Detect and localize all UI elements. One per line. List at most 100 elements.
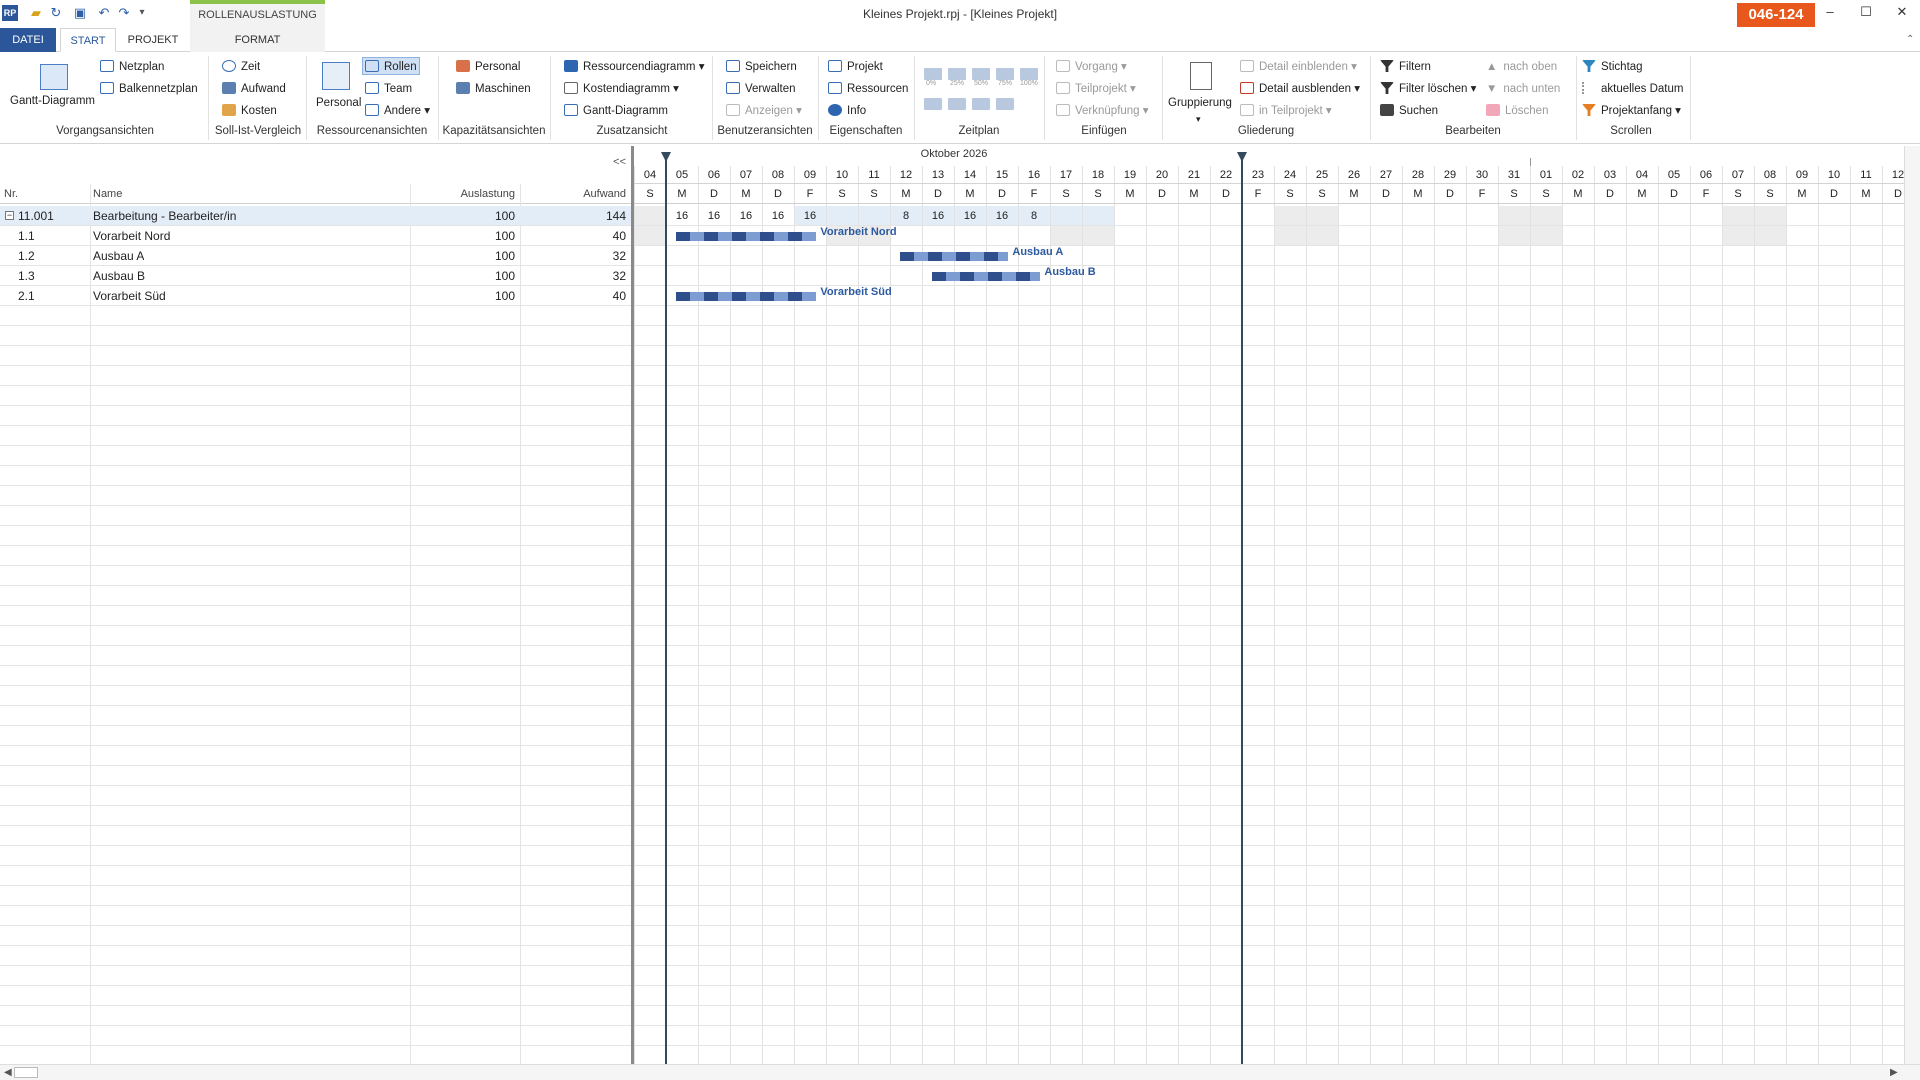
row-line	[634, 325, 1904, 326]
collapse-ribbon-icon[interactable]: ⌃	[1906, 34, 1914, 45]
gantt-bar[interactable]	[675, 232, 817, 241]
gantt-diagramm-button[interactable]: Gantt-Diagramm	[10, 92, 95, 110]
aktuelles-datum-button[interactable]: aktuelles Datum	[1582, 80, 1683, 98]
day-number: 25	[1306, 166, 1338, 184]
header-aufwand[interactable]: Aufwand	[520, 184, 626, 204]
header-nr[interactable]: Nr.	[4, 184, 18, 204]
close-button[interactable]: ✕	[1887, 4, 1917, 24]
netzplan-button[interactable]: Netzplan	[100, 58, 164, 76]
day-gridline	[922, 166, 923, 1064]
filter-loeschen-button[interactable]: Filter löschen ▾	[1380, 80, 1476, 98]
rollen-button[interactable]: Rollen	[362, 57, 420, 75]
day-number: 06	[1690, 166, 1722, 184]
day-number: 08	[1754, 166, 1786, 184]
day-gridline	[1498, 166, 1499, 1064]
scroll-right-icon[interactable]: ▶	[1890, 1067, 1898, 1078]
verwalten-button[interactable]: Verwalten	[726, 80, 796, 98]
header-auslastung[interactable]: Auslastung	[415, 184, 515, 204]
table-row	[0, 326, 632, 346]
row-line	[634, 1005, 1904, 1006]
header-name[interactable]: Name	[93, 184, 122, 204]
weekday-letter: M	[1114, 184, 1146, 204]
row-line	[634, 405, 1904, 406]
weekday-letter: M	[1178, 184, 1210, 204]
grouping-icon	[1190, 62, 1212, 90]
nach-oben-button[interactable]: ▲ nach oben	[1486, 58, 1557, 76]
personal-view-button[interactable]: Personal	[316, 94, 361, 112]
row-aufwand: 144	[605, 209, 626, 223]
table-row	[0, 406, 632, 426]
stichtag-button[interactable]: Stichtag	[1582, 58, 1643, 76]
projektanfang-button[interactable]: Projektanfang ▾	[1582, 102, 1681, 120]
detail-einblenden-button[interactable]: Detail einblenden ▾	[1240, 58, 1357, 76]
expander-icon[interactable]: −	[5, 211, 14, 220]
move-task-icon[interactable]	[924, 98, 942, 110]
table-row[interactable]: −11.001 Bearbeitung - Bearbeiter/in 100 144	[0, 206, 632, 226]
tab-datei[interactable]: DATEI	[0, 28, 56, 52]
vertical-scrollbar[interactable]	[1904, 146, 1920, 1064]
table-row	[0, 1006, 632, 1026]
scroll-thumb[interactable]	[14, 1067, 38, 1078]
gantt-bar[interactable]	[675, 292, 817, 301]
table-row[interactable]: 2.1 Vorarbeit Süd 100 40	[0, 286, 632, 306]
scroll-left-icon[interactable]: ◀	[4, 1067, 12, 1078]
weekday-letter: M	[1338, 184, 1370, 204]
maschinen-button[interactable]: Maschinen	[456, 80, 531, 98]
day-number: 16	[1018, 166, 1050, 184]
ressourcen-properties-button[interactable]: Ressourcen	[828, 80, 908, 98]
collapse-table-button[interactable]: <<	[580, 152, 630, 172]
row-line	[634, 425, 1904, 426]
tab-projekt[interactable]: PROJEKT	[122, 28, 184, 52]
link-icon	[1056, 104, 1070, 116]
suchen-button[interactable]: Suchen	[1380, 102, 1438, 120]
restore-button[interactable]: ☐	[1851, 4, 1881, 24]
table-row	[0, 566, 632, 586]
detail-ausblenden-button[interactable]: Detail ausblenden ▾	[1240, 80, 1360, 98]
filtern-button[interactable]: Filtern	[1380, 58, 1431, 76]
teilprojekt-button[interactable]: Teilprojekt ▾	[1056, 80, 1136, 98]
info-button[interactable]: Info	[828, 102, 866, 120]
day-gridline	[1050, 166, 1051, 1064]
kostendiagramm-button[interactable]: Kostendiagramm ▾	[564, 80, 679, 98]
save-view-icon	[726, 60, 740, 72]
table-row[interactable]: 1.3 Ausbau B 100 32	[0, 266, 632, 286]
zusatz-gantt-button[interactable]: Gantt-Diagramm	[564, 102, 668, 120]
aufwand-button[interactable]: Aufwand	[222, 80, 286, 98]
vorgang-button[interactable]: Vorgang ▾	[1056, 58, 1127, 76]
link-task-icon[interactable]	[948, 98, 966, 110]
gantt-bar[interactable]	[931, 272, 1041, 281]
team-button[interactable]: Team	[365, 80, 412, 98]
weekday-letter: M	[890, 184, 922, 204]
row-nr: 11.001	[18, 209, 54, 223]
tab-format[interactable]: FORMAT	[190, 28, 325, 52]
day-gridline	[634, 166, 635, 1064]
andere-button[interactable]: Andere ▾	[365, 102, 430, 120]
ressourcendiagramm-button[interactable]: Ressourcendiagramm ▾	[564, 58, 704, 76]
table-row[interactable]: 1.1 Vorarbeit Nord 100 40	[0, 226, 632, 246]
kosten-button[interactable]: Kosten	[222, 102, 277, 120]
split-task-icon[interactable]	[996, 98, 1014, 110]
day-gridline	[1082, 166, 1083, 1064]
day-number: 14	[954, 166, 986, 184]
unlink-task-icon[interactable]	[972, 98, 990, 110]
kapazitaet-personal-button[interactable]: Personal	[456, 58, 520, 76]
day-number: 15	[986, 166, 1018, 184]
tab-start[interactable]: START	[60, 28, 116, 52]
minimize-button[interactable]: –	[1815, 4, 1845, 24]
speichern-button[interactable]: Speichern	[726, 58, 797, 76]
balkennetzplan-button[interactable]: Balkennetzplan	[100, 80, 198, 98]
in-teilprojekt-button[interactable]: in Teilprojekt ▾	[1240, 102, 1332, 120]
loeschen-button[interactable]: Löschen	[1486, 102, 1548, 120]
project-icon	[828, 60, 842, 72]
anzeigen-button[interactable]: Anzeigen ▾	[726, 102, 802, 120]
table-row[interactable]: 1.2 Ausbau A 100 32	[0, 246, 632, 266]
nach-unten-button[interactable]: ▼ nach unten	[1486, 80, 1560, 98]
row-line	[634, 465, 1904, 466]
projekt-properties-button[interactable]: Projekt	[828, 58, 883, 76]
gantt-bar[interactable]	[899, 252, 1009, 261]
day-gridline	[858, 166, 859, 1064]
verknuepfung-button[interactable]: Verknüpfung ▾	[1056, 102, 1149, 120]
weekday-letter: D	[1210, 184, 1242, 204]
horizontal-scrollbar[interactable]: ◀ ▶	[0, 1064, 1920, 1080]
zeit-button[interactable]: Zeit	[222, 58, 260, 76]
